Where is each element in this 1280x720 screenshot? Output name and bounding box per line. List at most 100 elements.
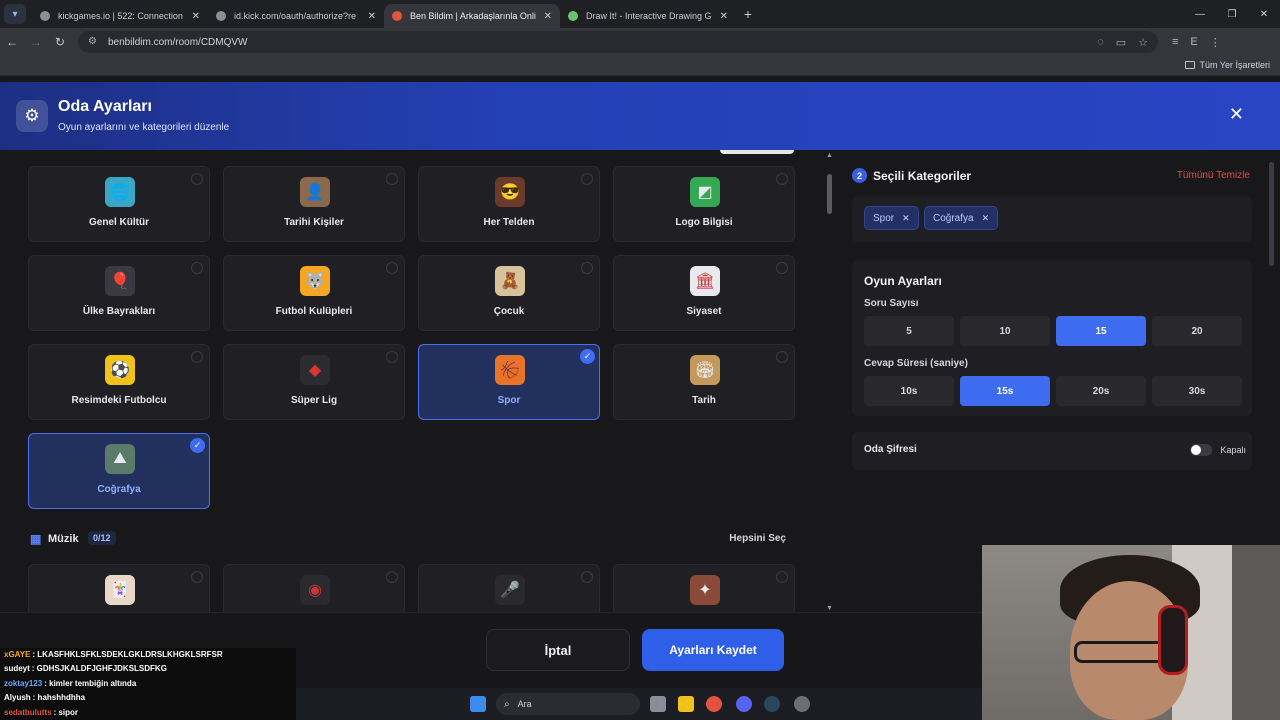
toggle-knob — [1191, 445, 1201, 455]
scroll-down-icon[interactable]: ▼ — [826, 605, 833, 612]
question-count-option[interactable]: 10 — [960, 316, 1050, 346]
category-card-her-telden[interactable]: 😎 Her Telden — [418, 166, 600, 242]
close-window-icon[interactable]: ✕ — [1248, 9, 1280, 20]
question-count-option[interactable]: 5 — [864, 316, 954, 346]
close-icon[interactable]: ✕ — [1229, 104, 1244, 125]
remove-chip-icon[interactable]: ✕ — [902, 213, 910, 224]
restore-icon[interactable]: ❐ — [1216, 9, 1248, 20]
radio-indicator — [776, 262, 788, 274]
taskbar-search[interactable]: ⌕ Ara — [496, 693, 640, 715]
menu-kebab-icon[interactable]: ⋮ — [1210, 36, 1221, 49]
modal-header: ⚙ Oda Ayarları Oyun ayarlarını ve katego… — [0, 82, 1280, 150]
tab-label: Ben Bildim | Arkadaşlarınla Onli — [410, 11, 536, 21]
media-icon[interactable]: ≡ — [1172, 36, 1178, 49]
category-card-cografya[interactable]: ⛰ Coğrafya ✓ — [28, 433, 210, 509]
eye-off-icon[interactable]: ◌ — [1097, 36, 1104, 49]
url-bar[interactable]: ⚙ benbildim.com/room/CDMQVW ◌ ▭ ☆ — [78, 31, 1158, 53]
category-card-tarihi-kisiler[interactable]: 👤 Tarihi Kişiler — [223, 166, 405, 242]
window-controls: — ❐ ✕ — [1184, 9, 1280, 20]
category-label: Spor — [497, 395, 521, 406]
scroll-thumb[interactable] — [827, 174, 832, 214]
forward-icon[interactable]: → — [24, 35, 48, 49]
browser-tabbar: ▾ kickgames.io | 522: Connection ✕ id.ki… — [0, 0, 1280, 28]
category-scrollbar[interactable]: ▲ ▼ — [824, 150, 834, 612]
all-bookmarks-button[interactable]: Tüm Yer İşaretleri — [1185, 60, 1270, 70]
bookmark-star-icon[interactable]: ☆ — [1138, 36, 1148, 49]
category-card-music-2[interactable]: ◉ — [223, 564, 405, 612]
category-card-resimdeki-futbolcu[interactable]: ⚽ Resimdeki Futbolcu — [28, 344, 210, 420]
wolf-icon: 🐺 — [300, 266, 330, 296]
selected-categories-title: Seçili Kategoriler — [873, 168, 972, 183]
category-card-super-lig[interactable]: ◆ Süper Lig — [223, 344, 405, 420]
tab-kickgames[interactable]: kickgames.io | 522: Connection ✕ — [32, 4, 208, 28]
webcam-headset — [1158, 605, 1188, 675]
category-label: Futbol Kulüpleri — [275, 306, 353, 317]
chrome-icon[interactable] — [706, 696, 722, 712]
kid-icon: 🧸 — [495, 266, 525, 296]
answer-time-option-selected[interactable]: 15s — [960, 376, 1050, 406]
room-password-box: Oda Şifresi Kapalı — [852, 432, 1252, 470]
select-all-button[interactable]: Hepsini Seç — [729, 533, 786, 544]
search-icon: ⌕ — [504, 698, 510, 710]
category-card-siyaset[interactable]: 🏛 Siyaset — [613, 255, 795, 331]
category-card-music-3[interactable]: 🎤 — [418, 564, 600, 612]
category-card-ulke-bayraklari[interactable]: 🎈 Ülke Bayrakları — [28, 255, 210, 331]
category-card-music-4[interactable]: ✦ — [613, 564, 795, 612]
task-view-icon[interactable] — [650, 696, 666, 712]
chat-message: zoktay123: kimler tembiğin altında — [4, 679, 136, 688]
modal-title: Oda Ayarları — [58, 98, 152, 115]
chat-username: sudeyt — [4, 664, 30, 673]
clear-all-button[interactable]: Tümünü Temizle — [1177, 170, 1250, 181]
category-card-logo-bilgisi[interactable]: ◩ Logo Bilgisi — [613, 166, 795, 242]
steam-icon[interactable] — [764, 696, 780, 712]
minimize-icon[interactable]: — — [1184, 9, 1216, 20]
app-icon[interactable] — [794, 696, 810, 712]
selected-chips-container: Spor ✕ Coğrafya ✕ — [852, 196, 1252, 242]
building-icon: ▦ — [30, 532, 42, 546]
scroll-up-icon[interactable]: ▲ — [826, 152, 833, 159]
answer-time-option[interactable]: 20s — [1056, 376, 1146, 406]
category-card-spor[interactable]: 🏀 Spor ✓ — [418, 344, 600, 420]
category-card-cocuk[interactable]: 🧸 Çocuk — [418, 255, 600, 331]
section-title: Müzik — [48, 533, 79, 545]
cancel-button[interactable]: İptal — [486, 629, 630, 671]
radio-indicator — [581, 571, 593, 583]
music-card-icon: 🃏 — [105, 575, 135, 605]
site-info-icon[interactable]: ⚙ — [88, 36, 100, 48]
settings-scrollbar[interactable] — [1269, 162, 1274, 266]
close-tab-icon[interactable]: ✕ — [192, 11, 200, 22]
colosseum-icon: 🏟 — [690, 355, 720, 385]
question-count-option[interactable]: 20 — [1152, 316, 1242, 346]
close-tab-icon[interactable]: ✕ — [368, 11, 376, 22]
remove-chip-icon[interactable]: ✕ — [982, 213, 990, 224]
windows-start-icon[interactable] — [470, 696, 486, 712]
new-tab-icon[interactable]: + — [736, 6, 760, 22]
reload-icon[interactable]: ↻ — [48, 35, 72, 49]
selected-categories-header: 2 Seçili Kategoriler — [852, 168, 971, 183]
close-tab-icon[interactable]: ✕ — [720, 11, 728, 22]
answer-time-options: 10s 15s 20s 30s — [864, 376, 1244, 406]
profile-avatar[interactable]: E — [1190, 36, 1197, 49]
tab-drawit[interactable]: Draw It! - Interactive Drawing G ✕ — [560, 4, 736, 28]
close-tab-icon[interactable]: ✕ — [544, 11, 552, 22]
scroll-indicator — [720, 150, 794, 154]
category-card-futbol-kulupleri[interactable]: 🐺 Futbol Kulüpleri — [223, 255, 405, 331]
question-count-option-selected[interactable]: 15 — [1056, 316, 1146, 346]
answer-time-option[interactable]: 10s — [864, 376, 954, 406]
save-settings-button[interactable]: Ayarları Kaydet — [642, 629, 784, 671]
tab-kick-oauth[interactable]: id.kick.com/oauth/authorize?re ✕ — [208, 4, 384, 28]
answer-time-option[interactable]: 30s — [1152, 376, 1242, 406]
discord-icon[interactable] — [736, 696, 752, 712]
tab-benbildim[interactable]: Ben Bildim | Arkadaşlarınla Onli ✕ — [384, 4, 560, 28]
chat-message: Alyush: hahshhdhha — [4, 693, 85, 702]
chat-text: : GDHSJKALDFJGHFJDKSLSDFKG — [31, 664, 167, 673]
back-icon[interactable]: ← — [0, 35, 24, 49]
file-explorer-icon[interactable] — [678, 696, 694, 712]
password-toggle[interactable] — [1190, 444, 1212, 456]
install-icon[interactable]: ▭ — [1116, 36, 1126, 49]
category-card-tarih[interactable]: 🏟 Tarih — [613, 344, 795, 420]
tab-search-menu-icon[interactable]: ▾ — [4, 4, 26, 24]
radio-indicator — [581, 173, 593, 185]
category-card-music-1[interactable]: 🃏 — [28, 564, 210, 612]
category-card-genel-kultur[interactable]: 🌐 Genel Kültür — [28, 166, 210, 242]
